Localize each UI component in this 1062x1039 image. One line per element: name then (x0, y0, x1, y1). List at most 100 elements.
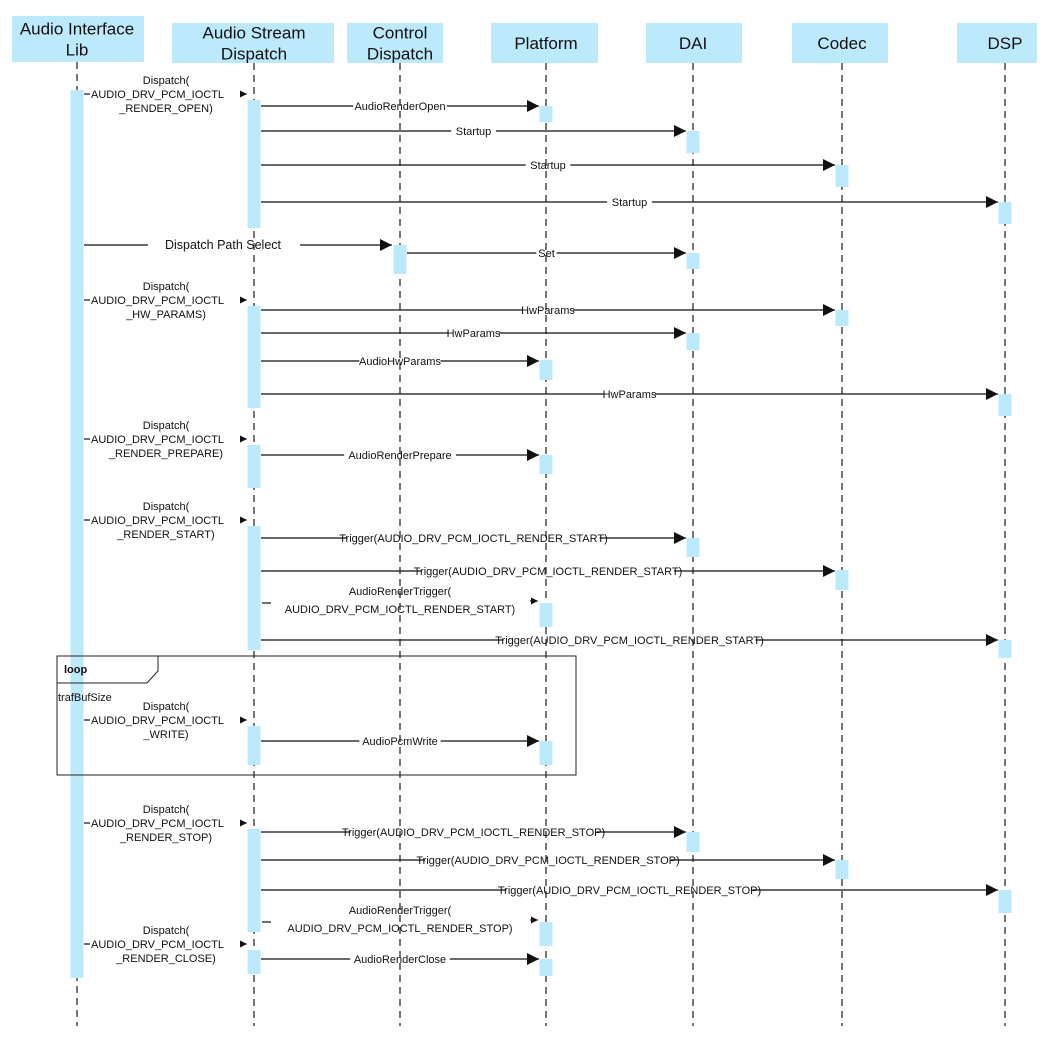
message-ail-to-asd[interactable]: Dispatch( AUDIO_DRV_PCM_IOCTL _RENDER_OPEN… (84, 75, 247, 115)
message-asd-to-dsp[interactable]: HwParams (261, 388, 998, 401)
participant-asd[interactable]: Audio Stream Dispatch (172, 23, 334, 64)
participant-label: Control (373, 24, 428, 43)
message-asd-to-plat[interactable]: AudioRenderOpen (261, 100, 539, 113)
activation-bar-asd (247, 100, 261, 228)
participant-label: Codec (817, 34, 867, 53)
message-asd-to-plat[interactable]: AudioRenderPrepare (261, 449, 539, 462)
message-asd-to-codec[interactable]: Trigger(AUDIO_DRV_PCM_IOCTL_RENDER_STOP) (261, 854, 835, 867)
message-asd-to-plat[interactable]: AudioPcmWrite (261, 735, 539, 748)
message-label: AUDIO_DRV_PCM_IOCTL (91, 295, 224, 307)
activation-bar-dsp (998, 394, 1012, 416)
activation-bar-plat (539, 741, 553, 765)
participant-label: Lib (66, 41, 89, 60)
message-ail-to-cd[interactable]: Dispatch Path Select (84, 238, 392, 252)
message-label: AudioRenderOpen (354, 101, 445, 113)
message-label: _RENDER_STOP) (119, 832, 212, 844)
activation-bar-asd (247, 445, 261, 488)
message-asd-to-dai[interactable]: Trigger(AUDIO_DRV_PCM_IOCTL_RENDER_STOP) (261, 826, 686, 839)
participant-label: Audio Stream (203, 24, 306, 43)
message-label: Dispatch( (143, 281, 190, 293)
activation-bar-ail (70, 90, 84, 978)
message-ail-to-asd[interactable]: Dispatch( AUDIO_DRV_PCM_IOCTL _HW_PARAMS) (84, 281, 247, 321)
message-ail-to-asd[interactable]: Dispatch(AUDIO_DRV_PCM_IOCTL _RENDER_STOP… (84, 804, 247, 844)
activation-bar-dsp (998, 202, 1012, 224)
participant-codec[interactable]: Codec (792, 23, 888, 63)
message-asd-to-dai[interactable]: Startup (261, 125, 686, 138)
message-label: Trigger(AUDIO_DRV_PCM_IOCTL_RENDER_STOP) (498, 885, 761, 897)
message-label: Dispatch( (143, 420, 190, 432)
message-label: AUDIO_DRV_PCM_IOCTL (91, 715, 224, 727)
message-ail-to-asd[interactable]: Dispatch(AUDIO_DRV_PCM_IOCTL _RENDER_CLOS… (84, 925, 247, 965)
participant-label: DAI (679, 34, 707, 53)
message-ail-to-asd[interactable]: Dispatch( AUDIO_DRV_PCM_IOCTL _RENDER_PREP… (84, 420, 247, 460)
message-label: AUDIO_DRV_PCM_IOCTL (91, 434, 224, 446)
message-label: _HW_PARAMS) (125, 309, 206, 321)
participant-dsp[interactable]: DSP (957, 23, 1037, 63)
activation-bar-plat (539, 603, 553, 627)
message-label: HwParams (447, 328, 501, 340)
participant-ail[interactable]: Audio Interface Lib (12, 16, 144, 62)
message-asd-to-codec[interactable]: Startup (261, 159, 835, 172)
message-asd-to-dai[interactable]: HwParams (261, 327, 686, 340)
message-label: AudioRenderClose (354, 954, 446, 966)
activation-bar-cd (393, 245, 407, 274)
message-label: AUDIO_DRV_PCM_IOCTL (91, 818, 224, 830)
sequence-diagram: Audio InterfaceLibAudio StreamDispatchCo… (12, 16, 1037, 1026)
message-cd-to-dai[interactable]: Set (407, 247, 686, 260)
message-label: _WRITE) (142, 729, 188, 741)
message-label: AudioRenderPrepare (348, 450, 451, 462)
message-asd-to-codec[interactable]: Trigger(AUDIO_DRV_PCM_IOCTL_RENDER_START… (261, 565, 835, 578)
message-asd-to-plat[interactable]: AudioRenderTrigger(AUDIO_DRV_PCM_IOCTL_R… (262, 586, 538, 616)
message-label: AUDIO_DRV_PCM_IOCTL (91, 939, 224, 951)
message-label: Dispatch( (143, 75, 190, 87)
activation-bar-dsp (998, 890, 1012, 913)
activation-bar-asd (247, 950, 261, 974)
message-asd-to-plat[interactable]: AudioRenderClose (261, 953, 539, 966)
loop-title: loop (64, 664, 87, 676)
activation-bar-plat (539, 360, 553, 380)
message-asd-to-codec[interactable]: HwParams (261, 304, 835, 317)
message-label: _RENDER_PREPARE) (108, 448, 223, 460)
activation-bar-plat (539, 959, 553, 976)
message-asd-to-dsp[interactable]: Trigger(AUDIO_DRV_PCM_IOCTL_RENDER_START… (261, 634, 998, 647)
message-ail-to-asd[interactable]: Dispatch(AUDIO_DRV_PCM_IOCTL _WRITE) (84, 701, 247, 741)
activation-bar-asd (247, 306, 261, 408)
activation-bar-codec (835, 310, 849, 326)
message-asd-to-dsp[interactable]: Trigger(AUDIO_DRV_PCM_IOCTL_RENDER_STOP) (261, 884, 998, 897)
activation-bar-plat (539, 455, 553, 474)
message-label: _RENDER_OPEN) (118, 103, 213, 115)
activation-bar-dsp (998, 640, 1012, 658)
message-label: Startup (456, 126, 491, 138)
activation-bar-dai (686, 333, 700, 350)
participant-plat[interactable]: Platform (491, 23, 598, 63)
participant-label: Dispatch (367, 45, 433, 64)
message-ail-to-asd[interactable]: Dispatch( AUDIO_DRV_PCM_IOCTL _RENDER_STAR… (84, 501, 247, 541)
participant-dai[interactable]: DAI (646, 23, 742, 63)
activation-bar-dai (686, 253, 700, 269)
message-label: Set (538, 248, 555, 260)
message-asd-to-dsp[interactable]: Startup (261, 196, 998, 209)
message-label: HwParams (521, 305, 575, 317)
message-asd-to-dai[interactable]: Trigger(AUDIO_DRV_PCM_IOCTL_RENDER_START… (261, 532, 686, 545)
message-label: Dispatch( (143, 501, 190, 513)
message-label: AUDIO_DRV_PCM_IOCTL (91, 515, 224, 527)
message-label: Trigger(AUDIO_DRV_PCM_IOCTL_RENDER_START… (414, 566, 683, 578)
message-asd-to-plat[interactable]: AudioHwParams (261, 355, 539, 368)
message-label: AUDIO_DRV_PCM_IOCTL (91, 89, 224, 101)
activation-bar-plat (539, 106, 553, 122)
participant-label: Dispatch (221, 45, 287, 64)
messages: Dispatch( AUDIO_DRV_PCM_IOCTL _RENDER_OPEN… (84, 75, 998, 966)
loop-condition: trafBufSize (58, 692, 112, 704)
message-label: _RENDER_CLOSE) (115, 953, 216, 965)
message-label: _RENDER_START) (116, 529, 214, 541)
activation-bar-codec (835, 165, 849, 187)
message-label: Trigger(AUDIO_DRV_PCM_IOCTL_RENDER_STOP) (342, 827, 605, 839)
participant-cd[interactable]: Control Dispatch (347, 23, 443, 64)
message-label: AudioHwParams (359, 356, 441, 368)
message-label: Trigger(AUDIO_DRV_PCM_IOCTL_RENDER_STOP) (416, 855, 679, 867)
activation-bar-codec (835, 860, 849, 879)
message-label: Startup (612, 197, 647, 209)
message-label: AudioPcmWrite (362, 736, 438, 748)
participant-headers: Audio InterfaceLibAudio StreamDispatchCo… (12, 16, 1037, 64)
activation-bar-dai (686, 538, 700, 557)
